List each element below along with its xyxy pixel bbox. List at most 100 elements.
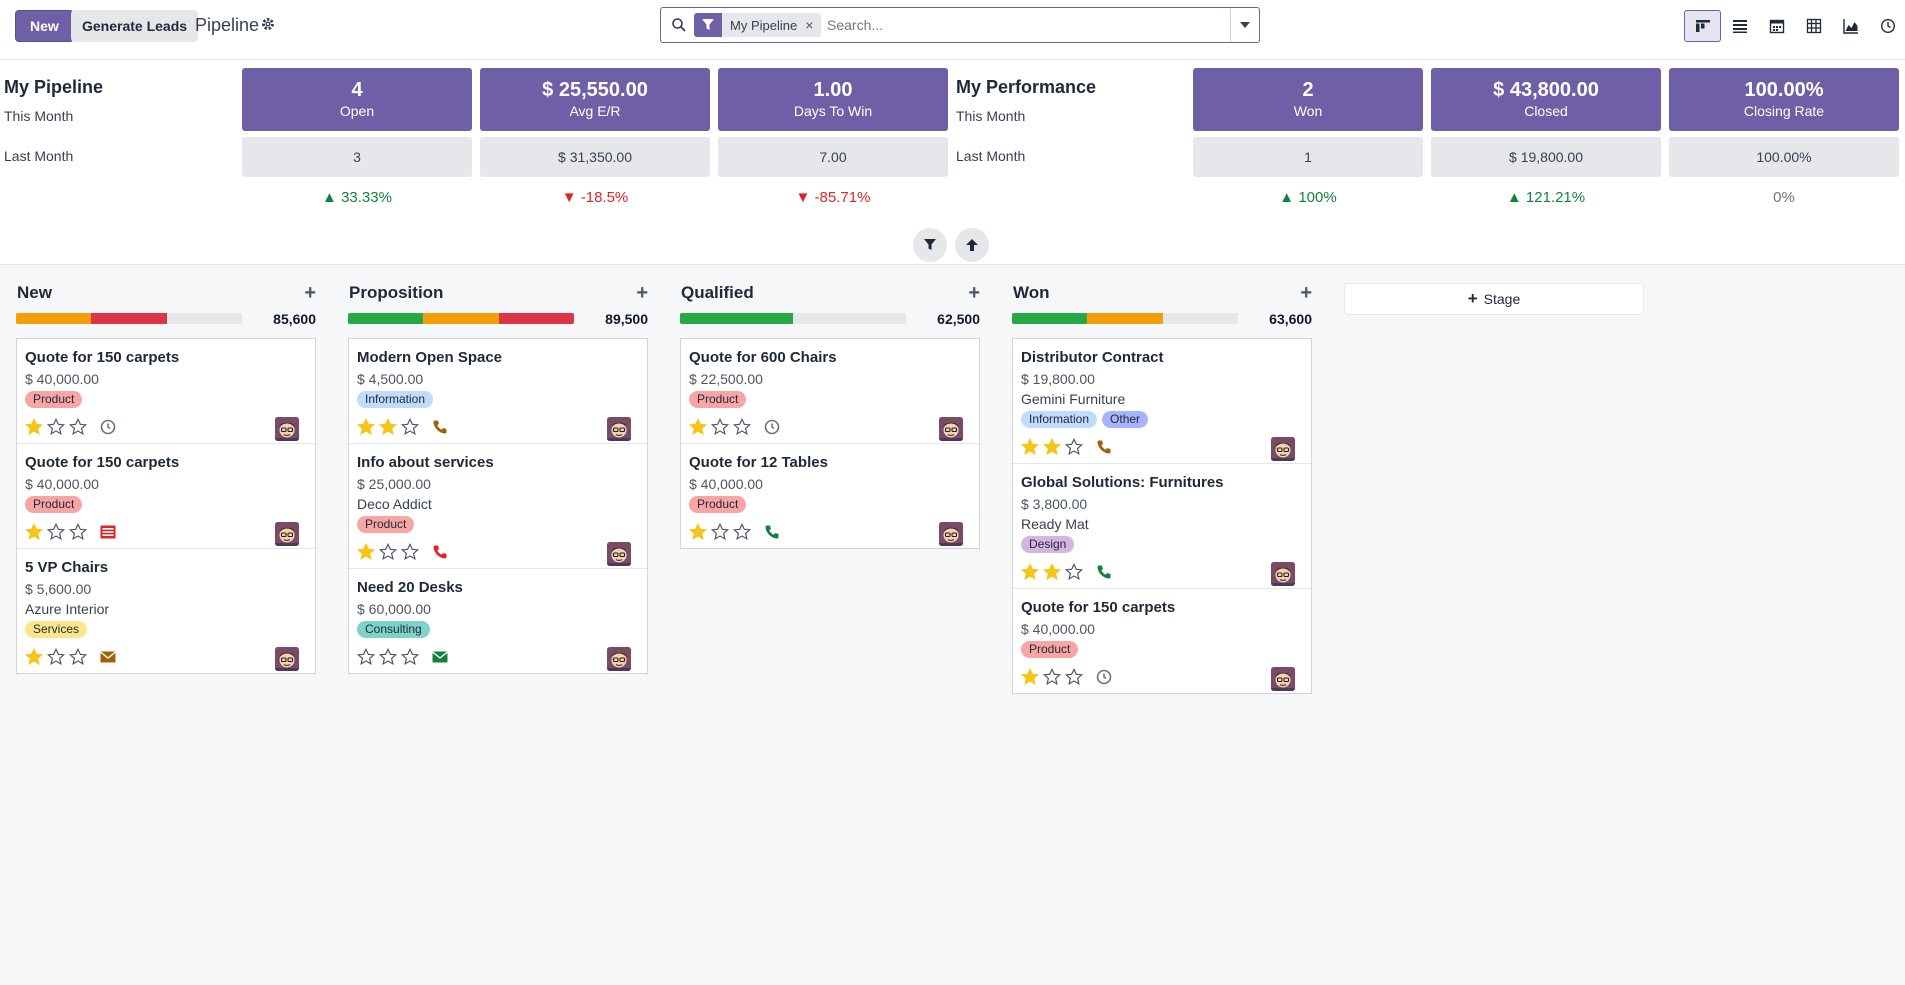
column-title[interactable]: Qualified [681,283,754,303]
priority-star-icon[interactable] [25,523,43,541]
quick-create-plus-icon[interactable]: + [1300,282,1312,305]
priority-star-icon[interactable] [25,648,43,666]
pivot-view-button[interactable] [1795,10,1832,42]
priority-star-icon[interactable] [689,523,707,541]
new-button[interactable]: New [15,10,74,42]
avatar[interactable] [1271,562,1295,586]
progress-segment[interactable] [348,313,424,324]
kanban-card[interactable]: Quote for 150 carpets $ 40,000.00 Product [17,444,315,549]
generate-leads-button[interactable]: Generate Leads [71,10,199,42]
progress-segment[interactable] [1012,313,1088,324]
quick-create-plus-icon[interactable]: + [636,282,648,305]
search-bar[interactable]: My Pipeline × [660,7,1260,43]
filter-toggle-button[interactable] [913,228,947,262]
phone-activity-icon[interactable] [1095,438,1113,456]
priority-star-icon[interactable] [401,543,419,561]
priority-star-icon[interactable] [69,648,87,666]
priority-star-icon[interactable] [689,418,707,436]
phone-activity-icon[interactable] [763,523,781,541]
calendar-view-button[interactable] [1758,10,1795,42]
kpi-closed[interactable]: $ 43,800.00 Closed [1431,68,1661,131]
graph-view-button[interactable] [1832,10,1869,42]
column-title[interactable]: Proposition [349,283,443,303]
kpi-won[interactable]: 2 Won [1193,68,1423,131]
mail-activity-icon[interactable] [99,648,117,666]
add-stage-button[interactable]: + Stage [1344,283,1644,315]
collapse-dashboard-button[interactable] [955,228,989,262]
priority-star-icon[interactable] [1021,438,1039,456]
priority-star-icon[interactable] [357,418,375,436]
phone-activity-icon[interactable] [1095,563,1113,581]
column-progress-bar[interactable] [680,313,906,324]
priority-star-icon[interactable] [69,523,87,541]
priority-star-icon[interactable] [357,648,375,666]
gear-icon[interactable] [260,16,276,32]
avatar[interactable] [607,542,631,566]
priority-star-icon[interactable] [1021,668,1039,686]
kanban-card[interactable]: Quote for 12 Tables $ 40,000.00 Product [681,444,979,548]
priority-star-icon[interactable] [1043,563,1061,581]
progress-segment[interactable] [91,313,167,324]
priority-star-icon[interactable] [733,418,751,436]
avatar[interactable] [275,417,299,441]
priority-star-icon[interactable] [47,418,65,436]
kanban-card[interactable]: Info about services $ 25,000.00 Deco Addi… [349,444,647,569]
priority-star-icon[interactable] [1043,668,1061,686]
phone-activity-icon[interactable] [431,418,449,436]
kpi-open[interactable]: 4 Open [242,68,472,131]
priority-star-icon[interactable] [401,648,419,666]
avatar[interactable] [939,522,963,546]
column-progress-bar[interactable] [348,313,574,324]
avatar[interactable] [1271,667,1295,691]
column-title[interactable]: New [17,283,52,303]
kanban-view-button[interactable] [1684,10,1721,42]
priority-star-icon[interactable] [1065,668,1083,686]
search-input[interactable] [827,12,1217,38]
facet-remove-icon[interactable]: × [805,17,821,33]
priority-star-icon[interactable] [69,418,87,436]
kanban-card[interactable]: Distributor Contract $ 19,800.00 Gemini F… [1013,339,1311,464]
priority-star-icon[interactable] [379,418,397,436]
priority-star-icon[interactable] [357,543,375,561]
quick-create-plus-icon[interactable]: + [304,282,316,305]
priority-star-icon[interactable] [379,543,397,561]
kanban-card[interactable]: Quote for 150 carpets $ 40,000.00 Product [1013,589,1311,693]
priority-star-icon[interactable] [711,523,729,541]
priority-star-icon[interactable] [1043,438,1061,456]
clock-activity-icon[interactable] [1095,668,1113,686]
kanban-card[interactable]: Global Solutions: Furnitures $ 3,800.00 R… [1013,464,1311,589]
priority-star-icon[interactable] [379,648,397,666]
progress-segment[interactable] [423,313,499,324]
progress-segment[interactable] [16,313,92,324]
avatar[interactable] [607,417,631,441]
list-view-button[interactable] [1721,10,1758,42]
activity-view-button[interactable] [1869,10,1905,42]
kanban-card[interactable]: Modern Open Space $ 4,500.00 Information [349,339,647,444]
kanban-card[interactable]: 5 VP Chairs $ 5,600.00 Azure Interior Serv… [17,549,315,673]
priority-star-icon[interactable] [733,523,751,541]
priority-star-icon[interactable] [401,418,419,436]
kpi-closing-rate[interactable]: 100.00% Closing Rate [1669,68,1899,131]
kanban-card[interactable]: Need 20 Desks $ 60,000.00 Consulting [349,569,647,673]
column-title[interactable]: Won [1013,283,1050,303]
column-progress-bar[interactable] [16,313,242,324]
avatar[interactable] [275,647,299,671]
priority-star-icon[interactable] [1065,563,1083,581]
progress-segment[interactable] [680,313,793,324]
priority-star-icon[interactable] [1021,563,1039,581]
avatar[interactable] [607,647,631,671]
column-progress-bar[interactable] [1012,313,1238,324]
progress-segment[interactable] [498,313,574,324]
avatar[interactable] [275,522,299,546]
priority-star-icon[interactable] [47,523,65,541]
priority-star-icon[interactable] [25,418,43,436]
priority-star-icon[interactable] [47,648,65,666]
clock-activity-icon[interactable] [763,418,781,436]
avatar[interactable] [1271,437,1295,461]
search-options-toggle[interactable] [1230,8,1259,42]
avatar[interactable] [939,417,963,441]
priority-star-icon[interactable] [1065,438,1083,456]
kanban-card[interactable]: Quote for 600 Chairs $ 22,500.00 Product [681,339,979,444]
clock-activity-icon[interactable] [99,418,117,436]
mail-activity-icon[interactable] [431,648,449,666]
